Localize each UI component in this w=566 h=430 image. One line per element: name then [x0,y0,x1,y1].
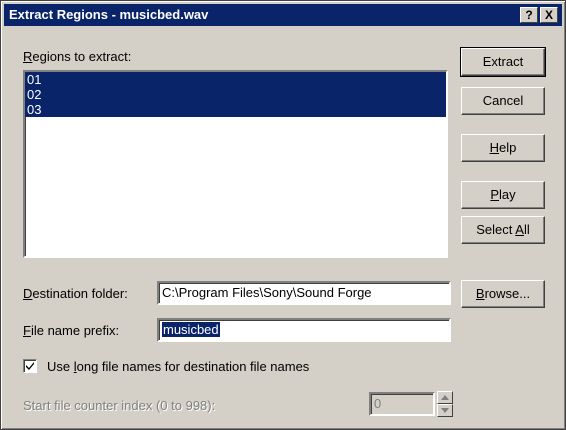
select-all-text-rest: ll [523,222,530,237]
browse-button-text: rowse... [484,286,531,301]
destination-label-text: estination folder: [32,286,128,301]
prefix-label-accel: F [23,323,31,338]
select-all-button[interactable]: Select All [461,216,545,244]
help-button-text: elp [499,140,517,155]
destination-label: Destination folder: [23,286,128,301]
file-name-prefix-input[interactable]: musicbed [157,318,451,342]
long-filenames-text-pre: Use [47,359,74,374]
extract-regions-dialog: Extract Regions - musicbed.wav ? X Regio… [0,0,566,430]
destination-folder-input[interactable]: C:\Program Files\Sony\Sound Forge [157,281,451,305]
play-button-accel: P [490,187,500,202]
counter-input: 0 [369,392,435,416]
help-button-accel: H [489,140,500,155]
help-title-button[interactable]: ? [520,7,538,23]
cancel-button[interactable]: Cancel [461,87,545,115]
extract-button[interactable]: Extract [460,47,546,77]
long-filenames-text-rest: ong file names for destination file name… [76,359,310,374]
prefix-selected-text: musicbed [162,322,220,337]
close-button[interactable]: X [540,7,558,23]
list-item[interactable]: 01 [25,72,446,87]
play-button-text: lay [499,187,516,202]
list-item[interactable]: 03 [25,102,446,117]
regions-label-accel: R [23,49,33,64]
long-filenames-checkbox[interactable] [23,359,37,373]
select-all-text-pre: Select [476,222,516,237]
browse-button-accel: B [475,286,485,301]
counter-spinner [437,391,453,417]
play-button[interactable]: Play [461,181,545,209]
list-item[interactable]: 02 [25,87,446,102]
regions-label: Regions to extract: [23,49,131,64]
help-button[interactable]: Help [461,134,545,162]
arrow-up-icon [441,395,449,400]
destination-label-accel: D [23,286,33,301]
regions-label-text: egions to extract: [32,49,132,64]
spin-down-button [437,404,453,417]
prefix-label: File name prefix: [23,323,119,338]
checkmark-icon [26,362,34,370]
select-all-accel: A [515,222,524,237]
long-filenames-label[interactable]: Use long file names for destination file… [47,359,309,374]
browse-button[interactable]: Browse... [461,280,545,308]
arrow-down-icon [441,408,449,413]
counter-label: Start file counter index (0 to 998): [23,398,216,413]
regions-listbox[interactable]: 01 02 03 [23,70,448,258]
spin-up-button [437,391,453,404]
title-bar[interactable]: Extract Regions - musicbed.wav ? X [4,4,562,26]
window-title: Extract Regions - musicbed.wav [9,7,209,22]
prefix-label-text: ile name prefix: [30,323,120,338]
